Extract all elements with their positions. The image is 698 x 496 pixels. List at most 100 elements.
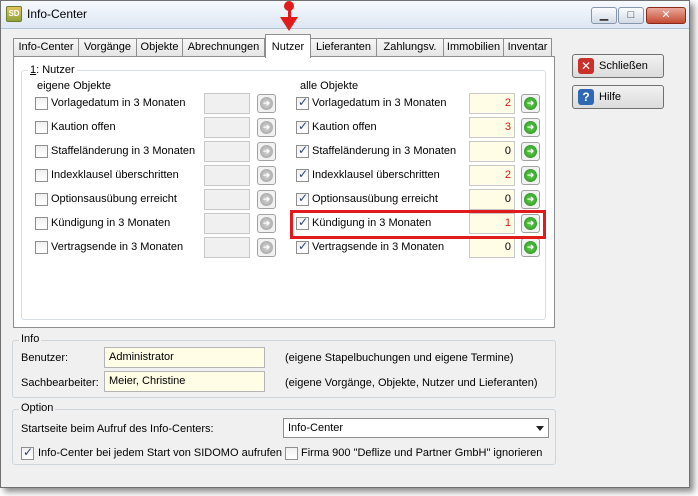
arrow-right-icon: ➜ (524, 97, 537, 110)
own-objects-checkbox[interactable] (35, 193, 48, 206)
clerk-label: Sachbearbeiter: (21, 377, 99, 389)
all-objects-count: 2 (469, 93, 515, 114)
tab-nutzer[interactable]: Nutzer (265, 34, 311, 58)
annotation-highlight-box (290, 210, 546, 239)
ignore-company-label: Firma 900 "Deflize und Partner GmbH" ign… (301, 447, 543, 459)
arrow-right-icon: ➜ (260, 217, 273, 230)
own-objects-go-button[interactable]: ➜ (257, 166, 276, 185)
all-objects-checkbox[interactable] (296, 95, 309, 110)
start-page-value: Info-Center (288, 422, 344, 434)
tab-zahlungsv[interactable]: Zahlungsv. (376, 38, 444, 57)
all-objects-checkbox[interactable] (296, 143, 309, 158)
start-page-label: Startseite beim Aufruf des Info-Centers: (21, 423, 214, 435)
own-objects-count (204, 213, 250, 234)
maximize-button[interactable]: □ (618, 7, 644, 24)
info-center-window: SD Info-Center ▁ □ ✕ Info-Center Vorgäng… (0, 0, 690, 488)
arrow-right-icon: ➜ (524, 145, 537, 158)
tab-vorgaenge[interactable]: Vorgänge (78, 38, 137, 57)
own-objects-go-button[interactable]: ➜ (257, 142, 276, 161)
own-objects-label: Vorlagedatum in 3 Monaten (51, 97, 186, 109)
minimize-button[interactable]: ▁ (591, 7, 617, 24)
own-objects-checkbox[interactable] (35, 217, 48, 230)
arrow-right-icon: ➜ (260, 193, 273, 206)
annotation-arrow-icon (280, 17, 298, 31)
tab-info-center[interactable]: Info-Center (13, 38, 79, 57)
annotation-arrow-stem (288, 4, 291, 18)
own-objects-checkbox[interactable] (35, 169, 48, 182)
all-objects-label: Staffeländerung in 3 Monaten (312, 145, 457, 157)
own-objects-go-button[interactable]: ➜ (257, 118, 276, 137)
tab-abrechnungen[interactable]: Abrechnungen (182, 38, 265, 57)
close-button[interactable]: ✕ Schließen (572, 54, 664, 78)
close-window-button[interactable]: ✕ (646, 7, 686, 24)
all-objects-label: Optionsausübung erreicht (312, 193, 438, 205)
arrow-right-icon: ➜ (260, 97, 273, 110)
all-objects-go-button[interactable]: ➜ (521, 166, 540, 185)
ignore-company-checkbox[interactable] (285, 447, 298, 460)
tab-lieferanten[interactable]: Lieferanten (310, 38, 377, 57)
all-objects-count: 2 (469, 165, 515, 186)
all-objects-go-button[interactable]: ➜ (521, 238, 540, 257)
arrow-right-icon: ➜ (524, 241, 537, 254)
own-objects-label: Indexklausel überschritten (51, 169, 179, 181)
own-objects-count (204, 117, 250, 138)
own-objects-go-button[interactable]: ➜ (257, 214, 276, 233)
info-frame-title: Info (19, 333, 42, 345)
start-page-select[interactable]: Info-Center (283, 418, 549, 438)
all-objects-checkbox[interactable] (296, 239, 309, 254)
own-objects-checkbox[interactable] (35, 97, 48, 110)
tab-inventar[interactable]: Inventar (503, 38, 552, 57)
all-objects-count: 0 (469, 189, 515, 210)
help-question-icon: ? (578, 89, 594, 105)
own-objects-label: Optionsausübung erreicht (51, 193, 177, 205)
all-objects-label: Vorlagedatum in 3 Monaten (312, 97, 447, 109)
chevron-down-icon (536, 426, 544, 431)
help-button-label: Hilfe (599, 91, 622, 103)
arrow-right-icon: ➜ (524, 121, 537, 134)
app-icon: SD (6, 6, 22, 22)
all-objects-go-button[interactable]: ➜ (521, 190, 540, 209)
own-objects-count (204, 237, 250, 258)
arrow-right-icon: ➜ (524, 169, 537, 182)
all-objects-label: Indexklausel überschritten (312, 169, 440, 181)
all-objects-count: 0 (469, 141, 515, 162)
nutzer-group-title: 1: Nutzer (28, 64, 77, 76)
all-objects-go-button[interactable]: ➜ (521, 118, 540, 137)
all-objects-checkbox[interactable] (296, 191, 309, 206)
own-objects-go-button[interactable]: ➜ (257, 94, 276, 113)
tab-immobilien[interactable]: Immobilien (443, 38, 504, 57)
all-objects-header: alle Objekte (300, 80, 359, 92)
clerk-note: (eigene Vorgänge, Objekte, Nutzer und Li… (285, 377, 538, 389)
help-button[interactable]: ? Hilfe (572, 85, 664, 109)
info-frame: Info (12, 333, 556, 398)
own-objects-header: eigene Objekte (37, 80, 111, 92)
own-objects-go-button[interactable]: ➜ (257, 238, 276, 257)
tab-objekte[interactable]: Objekte (136, 38, 183, 57)
title-bar[interactable]: SD Info-Center ▁ □ ✕ (1, 1, 689, 29)
all-objects-label: Vertragsende in 3 Monaten (312, 241, 445, 253)
own-objects-label: Kaution offen (51, 121, 116, 133)
clerk-field[interactable]: Meier, Christine (104, 371, 265, 392)
option-frame-title: Option (19, 402, 56, 414)
window-title: Info-Center (27, 7, 88, 21)
own-objects-label: Vertragsende in 3 Monaten (51, 241, 184, 253)
all-objects-go-button[interactable]: ➜ (521, 142, 540, 161)
open-on-start-checkbox[interactable] (21, 445, 34, 460)
own-objects-go-button[interactable]: ➜ (257, 190, 276, 209)
arrow-right-icon: ➜ (524, 193, 537, 206)
close-button-label: Schließen (599, 60, 648, 72)
own-objects-label: Kündigung in 3 Monaten (51, 217, 171, 229)
user-label: Benutzer: (21, 352, 69, 364)
own-objects-checkbox[interactable] (35, 241, 48, 254)
all-objects-checkbox[interactable] (296, 167, 309, 182)
own-objects-checkbox[interactable] (35, 121, 48, 134)
user-note: (eigene Stapelbuchungen und eigene Termi… (285, 352, 514, 364)
all-objects-checkbox[interactable] (296, 119, 309, 134)
own-objects-count (204, 165, 250, 186)
arrow-right-icon: ➜ (260, 241, 273, 254)
own-objects-checkbox[interactable] (35, 145, 48, 158)
all-objects-label: Kaution offen (312, 121, 377, 133)
user-field[interactable]: Administrator (104, 347, 265, 368)
open-on-start-label: Info-Center bei jedem Start von SIDOMO a… (38, 447, 282, 459)
all-objects-go-button[interactable]: ➜ (521, 94, 540, 113)
